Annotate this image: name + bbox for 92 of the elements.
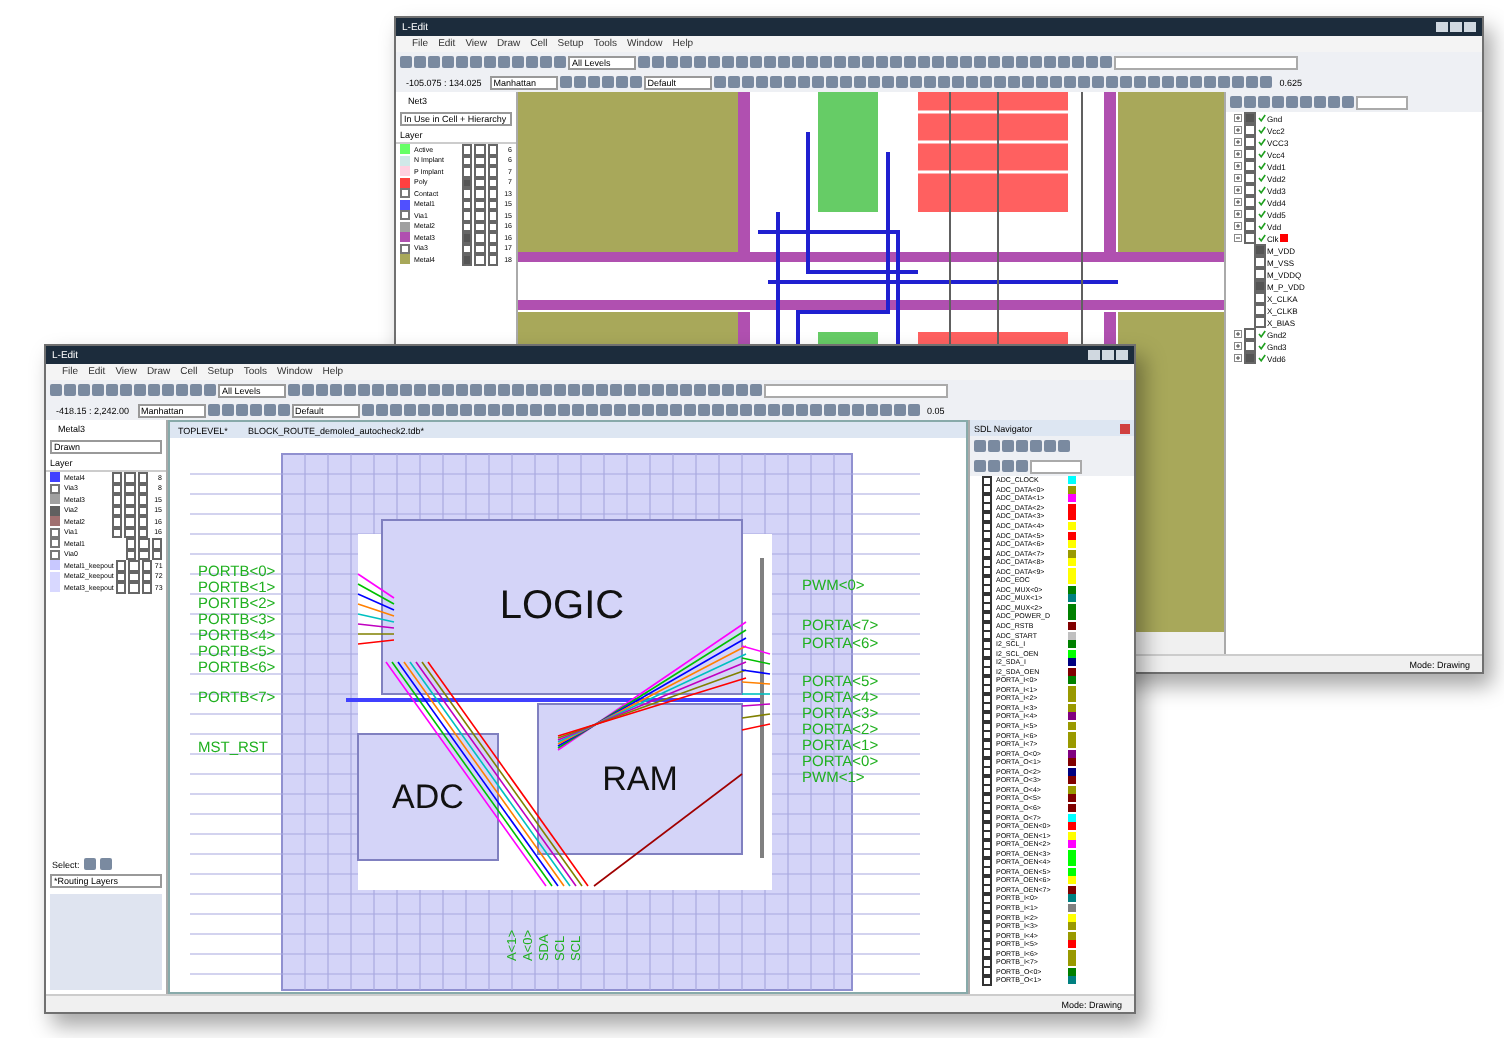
block-label: RAM <box>600 757 680 801</box>
checkbox[interactable] <box>137 472 148 483</box>
expander-icon[interactable] <box>1234 222 1242 230</box>
checkbox[interactable] <box>474 243 485 254</box>
checkbox[interactable] <box>1254 304 1265 316</box>
checkbox[interactable] <box>1244 112 1255 124</box>
checkbox[interactable] <box>487 166 498 177</box>
checkbox[interactable] <box>138 549 149 560</box>
checkbox[interactable] <box>487 144 498 155</box>
checkbox[interactable] <box>1244 340 1255 352</box>
checkbox[interactable] <box>474 166 485 177</box>
checkbox[interactable] <box>461 166 472 177</box>
checkbox[interactable] <box>111 494 122 505</box>
checkbox[interactable] <box>474 188 485 199</box>
checkbox[interactable] <box>474 221 485 232</box>
checkbox[interactable] <box>111 516 122 527</box>
checkbox[interactable] <box>1254 244 1265 256</box>
checkbox[interactable] <box>124 527 135 538</box>
search-field[interactable] <box>1030 459 1082 473</box>
expander-icon[interactable] <box>1234 198 1242 206</box>
checkbox[interactable] <box>1254 280 1265 292</box>
expander-icon[interactable] <box>1234 174 1242 182</box>
checkbox[interactable] <box>474 210 485 221</box>
checkbox[interactable] <box>124 516 135 527</box>
checkbox[interactable] <box>474 155 485 166</box>
checkbox[interactable] <box>1244 220 1255 232</box>
search-field[interactable] <box>1356 95 1408 109</box>
checkbox[interactable] <box>141 560 153 571</box>
expander-icon[interactable] <box>1234 234 1242 242</box>
checkbox[interactable] <box>487 188 498 199</box>
checkbox[interactable] <box>115 582 127 593</box>
checkbox[interactable] <box>137 516 148 527</box>
expander-icon[interactable] <box>1234 150 1242 158</box>
checkbox[interactable] <box>1244 196 1255 208</box>
checkbox[interactable] <box>487 254 498 265</box>
checkbox[interactable] <box>461 188 472 199</box>
checkbox[interactable] <box>1254 292 1265 304</box>
checkbox[interactable] <box>1244 160 1255 172</box>
close-icon[interactable] <box>1120 423 1130 433</box>
checkbox[interactable] <box>124 494 135 505</box>
block-label: LOGIC <box>497 582 627 632</box>
checkbox[interactable] <box>1244 148 1255 160</box>
checkbox[interactable] <box>461 144 472 155</box>
checkbox[interactable] <box>137 494 148 505</box>
expander-icon[interactable] <box>1234 126 1242 134</box>
checkbox[interactable] <box>1244 136 1255 148</box>
checkbox[interactable] <box>474 177 485 188</box>
checkbox[interactable] <box>141 582 153 593</box>
checkbox[interactable] <box>474 254 485 265</box>
checkbox[interactable] <box>151 549 162 560</box>
checkbox[interactable] <box>111 472 122 483</box>
checkbox[interactable] <box>128 571 140 582</box>
checkbox[interactable] <box>124 505 135 516</box>
checkbox[interactable] <box>1244 352 1255 364</box>
checkbox[interactable] <box>487 232 498 243</box>
expander-icon[interactable] <box>1234 342 1242 350</box>
checkbox[interactable] <box>1244 184 1255 196</box>
checkbox[interactable] <box>124 472 135 483</box>
checkbox[interactable] <box>1244 172 1255 184</box>
checkbox[interactable] <box>128 560 140 571</box>
checkbox[interactable] <box>474 199 485 210</box>
checkbox[interactable] <box>1254 256 1265 268</box>
checkbox[interactable] <box>1254 268 1265 280</box>
search-field[interactable] <box>764 383 948 397</box>
expander-icon[interactable] <box>1234 114 1242 122</box>
search-field[interactable] <box>1114 55 1298 69</box>
block-label: ADC <box>390 775 466 819</box>
expander-icon[interactable] <box>1234 354 1242 362</box>
checkbox[interactable] <box>111 527 122 538</box>
checkbox[interactable] <box>128 582 140 593</box>
mini-panel <box>50 894 162 990</box>
checkbox[interactable] <box>474 232 485 243</box>
expander-icon[interactable] <box>1234 330 1242 338</box>
checkbox[interactable] <box>124 483 135 494</box>
checkbox[interactable] <box>487 210 498 221</box>
checkbox[interactable] <box>474 144 485 155</box>
checkbox[interactable] <box>125 538 136 549</box>
expander-icon[interactable] <box>1234 210 1242 218</box>
expander-icon[interactable] <box>1234 162 1242 170</box>
checkbox[interactable] <box>1254 316 1265 328</box>
checkbox[interactable] <box>1244 124 1255 136</box>
checkbox[interactable] <box>1244 232 1255 244</box>
checkbox[interactable] <box>115 560 127 571</box>
checkbox[interactable] <box>1244 208 1255 220</box>
checkbox[interactable] <box>1244 328 1255 340</box>
checkbox[interactable] <box>151 538 162 549</box>
expander-icon[interactable] <box>1234 186 1242 194</box>
checkbox[interactable] <box>461 254 472 265</box>
checkbox[interactable] <box>461 210 472 221</box>
checkbox[interactable] <box>461 232 472 243</box>
expander-icon[interactable] <box>1234 138 1242 146</box>
checkbox[interactable] <box>138 538 149 549</box>
